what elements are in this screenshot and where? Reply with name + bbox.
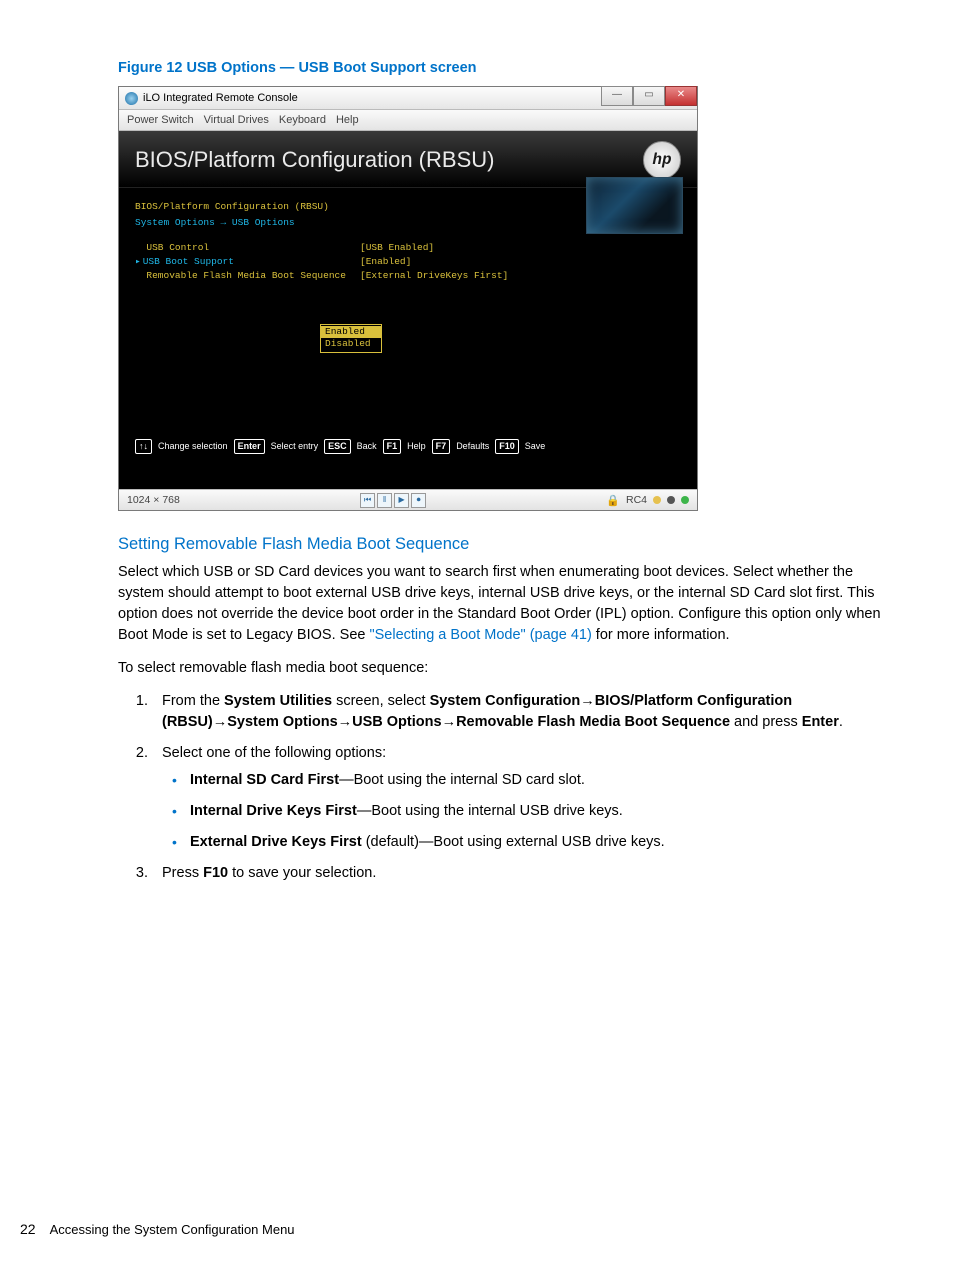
option-value: [Enabled] [360,255,411,269]
page-number: 22 [20,1221,36,1237]
option-row[interactable]: USB Control [USB Enabled] [135,241,681,255]
bios-screen: BIOS/Platform Configuration (RBSU) hp BI… [119,131,697,489]
options-bullets: Internal SD Card First—Boot using the in… [162,770,886,853]
menu-keyboard[interactable]: Keyboard [279,114,326,126]
breadcrumb-line1: BIOS/Platform Configuration (RBSU) [135,200,681,214]
menubar: Power Switch Virtual Drives Keyboard Hel… [119,110,697,131]
bios-title: BIOS/Platform Configuration (RBSU) [135,147,494,173]
caret-icon: ▸ [135,256,141,267]
page-footer: 22 Accessing the System Configuration Me… [20,1221,295,1237]
key-enter: Enter [234,439,265,455]
rewind-icon[interactable]: ⏮ [360,493,375,508]
app-icon [125,92,138,105]
hp-logo-icon: hp [643,141,681,179]
bullet-external-drive: External Drive Keys First (default)—Boot… [190,832,886,853]
play-icon[interactable]: ▶ [394,493,409,508]
status-dot-green [681,496,689,504]
dropdown-popup[interactable]: Enabled Disabled [320,324,382,353]
option-value: [USB Enabled] [360,241,434,255]
key-label: Help [407,440,426,454]
key-label: Save [525,440,546,454]
key-updown: ↑↓ [135,439,152,455]
step-2: Select one of the following options: Int… [152,743,886,853]
record-icon[interactable]: ⏺ [411,493,426,508]
breadcrumb-line2: System Options → USB Options [135,216,681,230]
steps-list: From the System Utilities screen, select… [118,691,886,884]
maximize-button[interactable]: ▭ [633,86,665,106]
footer-title: Accessing the System Configuration Menu [50,1222,295,1237]
option-row-selected[interactable]: ▸USB Boot Support [Enabled] [135,255,681,269]
menu-virtual-drives[interactable]: Virtual Drives [204,114,269,126]
rc-label: RC4 [626,494,647,506]
bullet-internal-drive: Internal Drive Keys First—Boot using the… [190,801,886,822]
figure-caption: Figure 12 USB Options — USB Boot Support… [118,60,886,76]
status-dot-grey [667,496,675,504]
window-title: iLO Integrated Remote Console [143,92,298,104]
key-label: Change selection [158,440,228,454]
bullet-internal-sd: Internal SD Card First—Boot using the in… [190,770,886,791]
link-selecting-boot-mode[interactable]: "Selecting a Boot Mode" (page 41) [369,627,591,643]
key-esc: ESC [324,439,351,455]
step-1: From the System Utilities screen, select… [152,691,886,733]
key-label: Back [357,440,377,454]
option-label: Removable Flash Media Boot Sequence [135,269,360,283]
option-row[interactable]: Removable Flash Media Boot Sequence [Ext… [135,269,681,283]
option-label: USB Control [135,241,360,255]
dropdown-item-disabled[interactable]: Disabled [321,338,381,350]
console-window: iLO Integrated Remote Console — ▭ ✕ Powe… [118,86,698,511]
menu-help[interactable]: Help [336,114,359,126]
key-label: Defaults [456,440,489,454]
key-f1: F1 [383,439,402,455]
status-dot-yellow [653,496,661,504]
pause-icon[interactable]: ‖ [377,493,392,508]
paragraph: Select which USB or SD Card devices you … [118,562,886,646]
playback-controls: ⏮ ‖ ▶ ⏺ [360,493,426,508]
status-bar: 1024 × 768 ⏮ ‖ ▶ ⏺ 🔒 RC4 [119,489,697,510]
minimize-button[interactable]: — [601,86,633,106]
section-heading: Setting Removable Flash Media Boot Seque… [118,535,886,554]
close-button[interactable]: ✕ [665,86,697,106]
key-label: Select entry [271,440,319,454]
window-titlebar: iLO Integrated Remote Console — ▭ ✕ [119,87,697,110]
menu-power-switch[interactable]: Power Switch [127,114,194,126]
lock-icon: 🔒 [606,494,620,507]
step-3: Press F10 to save your selection. [152,863,886,884]
dropdown-item-enabled[interactable]: Enabled [321,326,381,338]
bios-footer: ↑↓ Change selection Enter Select entry ESC… [135,439,681,455]
option-value: [External DriveKeys First] [360,269,508,283]
option-label: ▸USB Boot Support [135,255,360,269]
key-f7: F7 [432,439,451,455]
paragraph: To select removable flash media boot seq… [118,658,886,679]
key-f10: F10 [495,439,519,455]
resolution-label: 1024 × 768 [127,494,180,506]
